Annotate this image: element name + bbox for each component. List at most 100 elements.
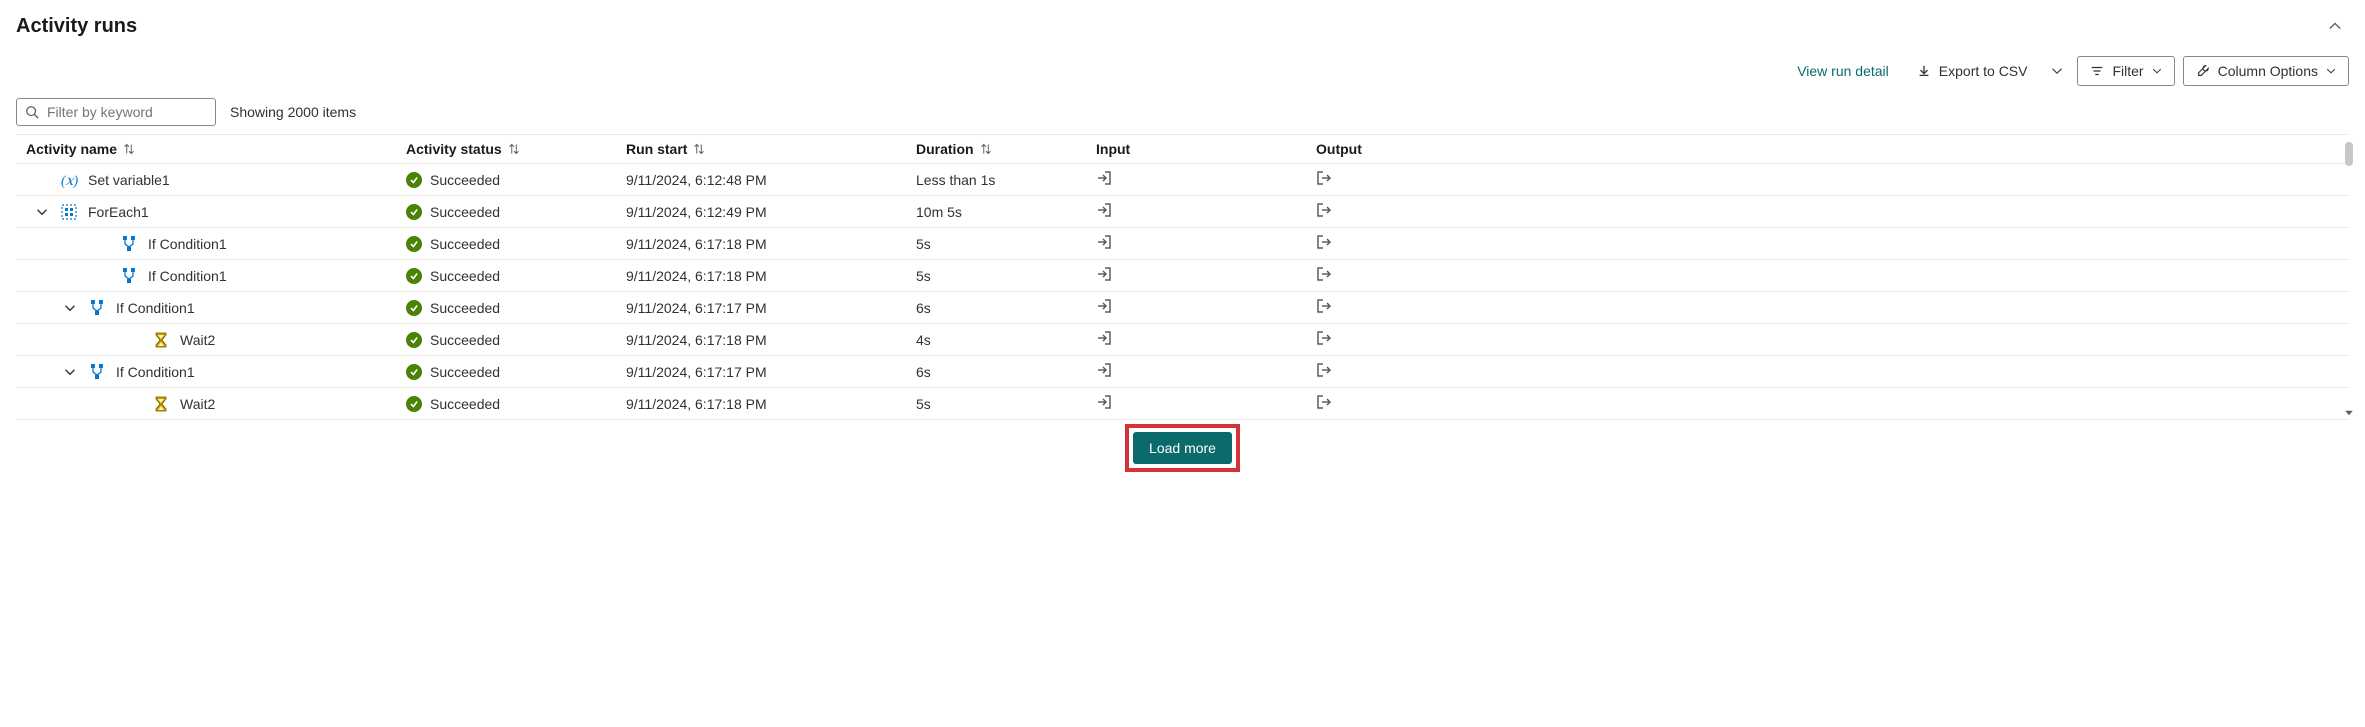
export-csv-label: Export to CSV <box>1939 63 2028 79</box>
activity-name: If Condition1 <box>116 300 195 316</box>
table-row[interactable]: If Condition1Succeeded9/11/2024, 6:17:18… <box>16 260 2349 292</box>
export-csv-button[interactable]: Export to CSV <box>1907 57 2038 85</box>
duration-cell: 5s <box>916 236 1096 252</box>
filter-row: Showing 2000 items <box>16 98 2349 126</box>
activity-name: If Condition1 <box>148 236 227 252</box>
activity-cell: Wait2 <box>26 331 406 349</box>
filter-input[interactable] <box>45 103 230 121</box>
run-start-cell: 9/11/2024, 6:17:18 PM <box>626 332 916 348</box>
status-cell: Succeeded <box>406 172 626 188</box>
col-input[interactable]: Input <box>1096 141 1316 157</box>
input-link[interactable] <box>1096 362 1112 378</box>
duration-cell: 10m 5s <box>916 204 1096 220</box>
input-link[interactable] <box>1096 202 1112 218</box>
sort-icon <box>980 143 992 155</box>
output-link[interactable] <box>1316 170 1332 186</box>
input-link[interactable] <box>1096 266 1112 282</box>
load-more-button[interactable]: Load more <box>1133 432 1232 464</box>
output-link[interactable] <box>1316 234 1332 250</box>
status-text: Succeeded <box>430 268 500 284</box>
input-link[interactable] <box>1096 298 1112 314</box>
table-row[interactable]: If Condition1 Succeeded 9/11/2024, 6:17:18… <box>16 228 2349 260</box>
column-options-label: Column Options <box>2218 63 2318 79</box>
ifcond-icon <box>120 267 138 285</box>
output-link[interactable] <box>1316 202 1332 218</box>
input-link[interactable] <box>1096 394 1112 410</box>
success-icon <box>406 300 422 316</box>
export-dropdown[interactable] <box>2045 59 2069 83</box>
scrollbar-thumb[interactable] <box>2345 142 2353 166</box>
load-more-region: Load more <box>16 420 2349 482</box>
status-cell: Succeeded <box>406 268 626 284</box>
col-label: Output <box>1316 141 1362 157</box>
status-cell: Succeeded <box>406 236 626 252</box>
duration-cell: 6s <box>916 364 1096 380</box>
input-link[interactable] <box>1096 170 1112 186</box>
table-row[interactable]: Wait2Succeeded9/11/2024, 6:17:18 PM4s <box>16 324 2349 356</box>
status-cell: Succeeded <box>406 396 626 412</box>
status-text: Succeeded <box>430 236 500 252</box>
filter-button[interactable]: Filter <box>2077 56 2174 86</box>
col-activity-status[interactable]: Activity status <box>406 141 626 157</box>
expand-toggle[interactable] <box>62 300 78 316</box>
col-run-start[interactable]: Run start <box>626 141 916 157</box>
success-icon <box>406 268 422 284</box>
col-activity-name[interactable]: Activity name <box>26 141 406 157</box>
activity-cell: If Condition1 <box>26 267 406 285</box>
col-label: Input <box>1096 141 1130 157</box>
wrench-icon <box>2196 64 2210 78</box>
activity-name: If Condition1 <box>148 268 227 284</box>
output-link[interactable] <box>1316 266 1332 282</box>
expand-toggle[interactable] <box>34 204 50 220</box>
table-row[interactable]: Wait2Succeeded9/11/2024, 6:17:18 PM5s <box>16 388 2349 420</box>
table-row[interactable]: (𝑥)Set variable1Succeeded9/11/2024, 6:12… <box>16 164 2349 196</box>
success-icon <box>406 364 422 380</box>
grid-header: Activity name Activity status Run start … <box>16 134 2349 164</box>
collapse-panel-button[interactable] <box>2321 12 2349 40</box>
col-label: Duration <box>916 141 974 157</box>
activity-cell: ForEach1 <box>26 203 406 221</box>
duration-cell: 5s <box>916 268 1096 284</box>
view-run-detail-link[interactable]: View run detail <box>1787 57 1899 85</box>
output-link[interactable] <box>1316 394 1332 410</box>
expand-toggle[interactable] <box>62 364 78 380</box>
status-text: Succeeded <box>430 396 500 412</box>
filter-search-box[interactable] <box>16 98 216 126</box>
activity-cell: Wait2 <box>26 395 406 413</box>
col-duration[interactable]: Duration <box>916 141 1096 157</box>
col-output[interactable]: Output <box>1316 141 1516 157</box>
filter-icon <box>2090 64 2104 78</box>
input-link[interactable] <box>1096 234 1112 250</box>
ifcond-icon <box>88 363 106 381</box>
table-row[interactable]: If Condition1Succeeded9/11/2024, 6:17:17… <box>16 292 2349 324</box>
highlight-box: Load more <box>1125 424 1240 472</box>
sort-icon <box>123 143 135 155</box>
variable-icon: (𝑥) <box>60 171 78 189</box>
header: Activity runs <box>16 12 2349 40</box>
col-label: Run start <box>626 141 687 157</box>
output-link[interactable] <box>1316 330 1332 346</box>
page-title: Activity runs <box>16 15 137 38</box>
run-start-cell: 9/11/2024, 6:12:49 PM <box>626 204 916 220</box>
col-label: Activity name <box>26 141 117 157</box>
chevron-down-icon <box>2326 66 2336 76</box>
success-icon <box>406 172 422 188</box>
output-link[interactable] <box>1316 298 1332 314</box>
status-text: Succeeded <box>430 300 500 316</box>
table-row[interactable]: If Condition1Succeeded9/11/2024, 6:17:17… <box>16 356 2349 388</box>
activity-cell: If Condition1 <box>26 363 406 381</box>
status-text: Succeeded <box>430 172 500 188</box>
input-link[interactable] <box>1096 330 1112 346</box>
output-link[interactable] <box>1316 362 1332 378</box>
duration-cell: 6s <box>916 300 1096 316</box>
scrollbar-down-arrow[interactable] <box>2343 406 2355 418</box>
duration-cell: 4s <box>916 332 1096 348</box>
run-start-cell: 9/11/2024, 6:17:18 PM <box>626 236 916 252</box>
rows-container: (𝑥)Set variable1Succeeded9/11/2024, 6:12… <box>16 164 2349 420</box>
search-icon <box>25 105 39 119</box>
sort-icon <box>508 143 520 155</box>
ifcond-icon <box>88 299 106 317</box>
table-row[interactable]: ForEach1Succeeded9/11/2024, 6:12:49 PM10… <box>16 196 2349 228</box>
chevron-down-icon <box>2152 66 2162 76</box>
column-options-button[interactable]: Column Options <box>2183 56 2349 86</box>
